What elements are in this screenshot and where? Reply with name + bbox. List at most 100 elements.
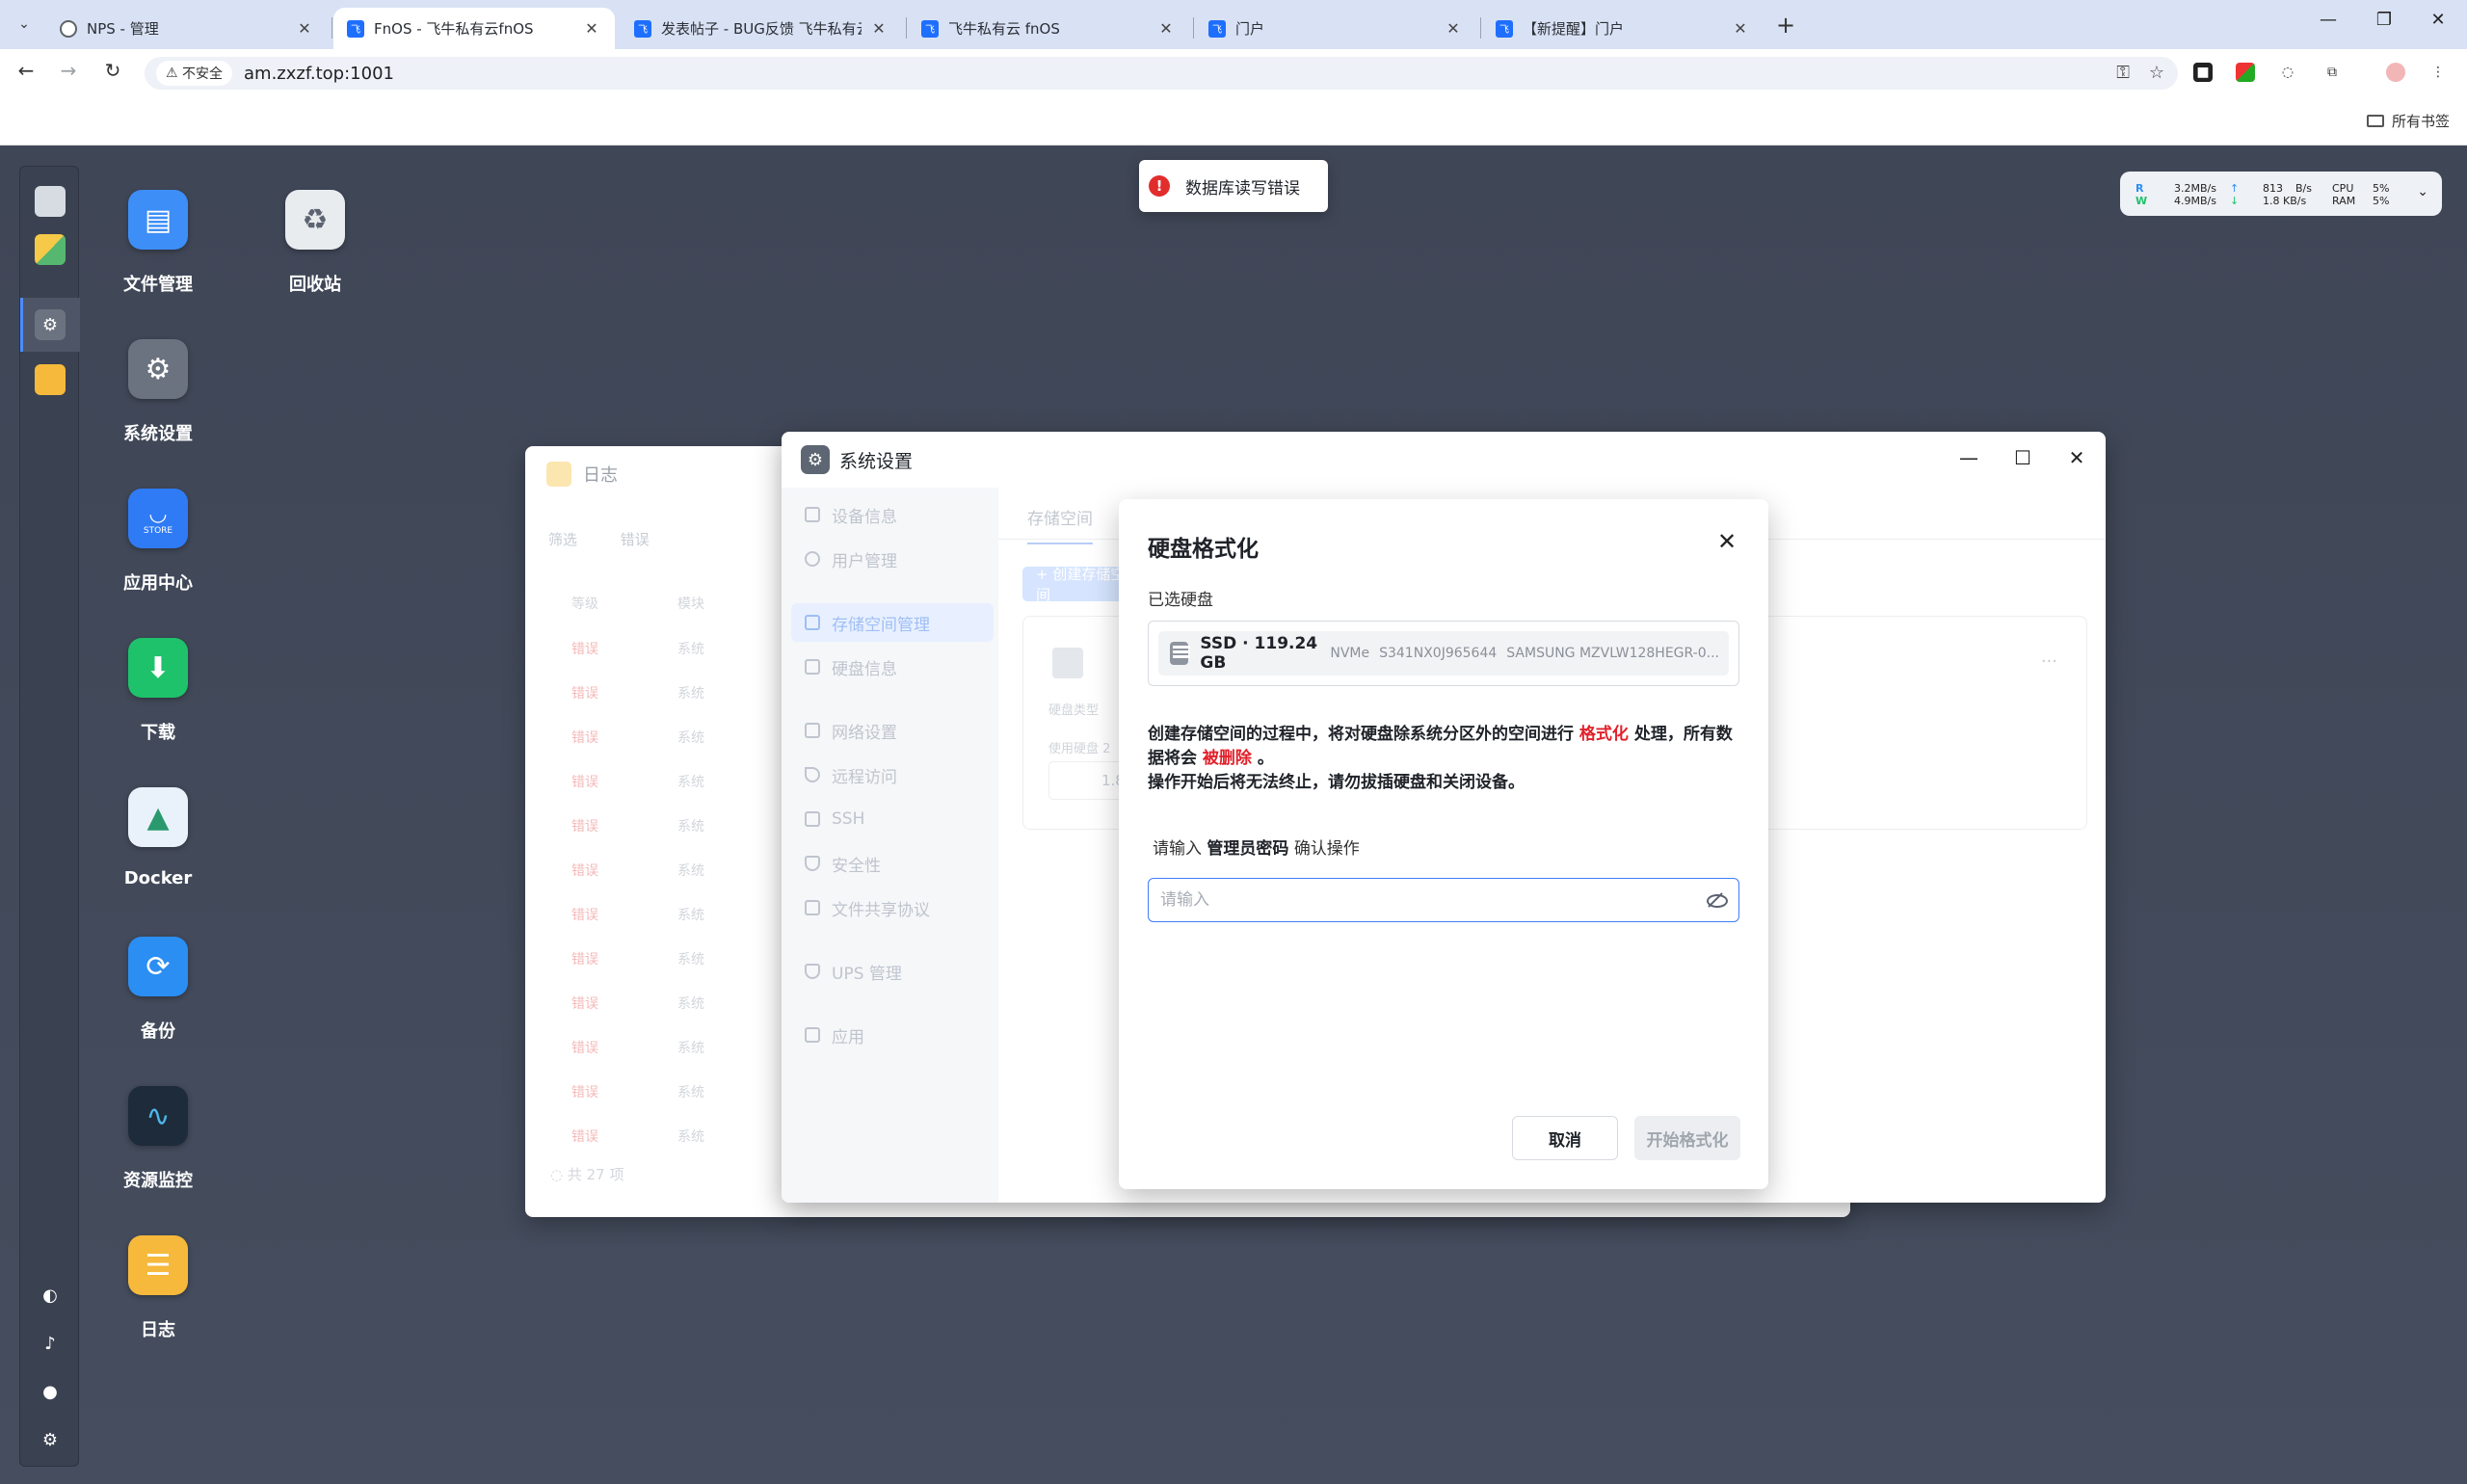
format-disk-dialog[interactable]: 硬盘格式化 ✕ 已选硬盘 SSD · 119.24 GB NVMe S341NX… [1119,499,1768,1189]
tab-search-button[interactable]: ⌄ [12,12,37,37]
password-input[interactable] [1160,890,1706,910]
cancel-button[interactable]: 取消 [1512,1116,1618,1160]
resource-monitor-widget[interactable]: R 3.2MB/s ↑ 813 B/s CPU 5% W 4.9MB/s ↓ 1… [2120,172,2442,216]
log-row[interactable]: 错误 系统 [571,1038,704,1057]
sidebar-item-disk-info[interactable]: 硬盘信息 [791,648,994,686]
folder-icon [2366,115,2384,127]
url-bar[interactable]: ⚠ 不安全 am.zxzf.top:1001 ⚿ ☆ [145,57,2178,90]
extension-circle-icon[interactable]: ◌ [2278,63,2297,82]
close-tab-icon[interactable]: ✕ [869,19,889,38]
sidebar-item-security[interactable]: 安全性 [791,844,994,883]
close-tab-icon[interactable]: ✕ [1444,19,1463,38]
eye-off-icon[interactable] [1706,893,1728,908]
app-resource-monitor[interactable]: ∿ 资源监控 [95,1086,221,1192]
log-row[interactable]: 错误 系统 [571,728,704,747]
app-recycle-bin[interactable]: ♻ 回收站 [252,190,378,296]
docker-icon: ▲ [128,787,188,847]
close-window-icon[interactable]: ✕ [2419,10,2457,30]
sidebar-item-ups[interactable]: UPS 管理 [791,952,994,991]
minimize-window-icon[interactable]: — [2309,10,2348,30]
sidebar-item-file-sharing[interactable]: 文件共享协议 [791,888,994,927]
extensions-puzzle-icon[interactable]: ⧉ [2322,63,2342,82]
sidebar-item-ssh[interactable]: SSH [791,800,994,838]
log-row[interactable]: 错误 系统 [571,816,704,835]
close-tab-icon[interactable]: ✕ [582,19,601,38]
reload-icon[interactable]: ↻ [98,59,127,82]
browser-tab[interactable]: NPS - 管理 ✕ [46,8,328,49]
network-icon[interactable]: ◐ [39,1285,62,1308]
security-indicator[interactable]: ⚠ 不安全 [156,61,233,86]
log-row[interactable]: 错误 系统 [571,861,704,880]
log-row[interactable]: 错误 系统 [571,1082,704,1101]
log-dock-icon[interactable] [35,364,66,395]
browser-menu-icon[interactable]: ⋮ [2428,63,2448,82]
log-tab[interactable]: 错误 [621,531,650,548]
app-backup[interactable]: ⟳ 备份 [95,937,221,1043]
start-format-button[interactable]: 开始格式化 [1634,1116,1740,1160]
download-icon: ⬇ [128,638,188,698]
log-row[interactable]: 错误 系统 [571,772,704,791]
app-download[interactable]: ⬇ 下载 [95,638,221,744]
browser-tab[interactable]: 飞 门户 ✕ [1195,8,1476,49]
restore-window-icon[interactable]: ❐ [2365,10,2403,30]
log-row[interactable]: 错误 系统 [571,949,704,968]
extension-color-icon[interactable] [2236,63,2255,82]
prompt-admin-password: 管理员密码 [1207,839,1289,859]
browser-tab[interactable]: 飞 飞牛私有云 fnOS ✕ [908,8,1189,49]
new-tab-button[interactable]: + [1773,12,1798,39]
app-log[interactable]: ☰ 日志 [95,1235,221,1341]
dialog-title: 硬盘格式化 [1148,537,1259,562]
minimize-icon[interactable]: — [1955,446,1982,469]
url-text[interactable]: am.zxzf.top:1001 [244,64,394,84]
create-storage-button[interactable]: + 创建存储空间 [1022,566,1128,603]
close-tab-icon[interactable]: ✕ [1731,19,1750,38]
close-tab-icon[interactable]: ✕ [1156,19,1176,38]
settings-dock-icon[interactable]: ⚙ [35,309,66,340]
log-row[interactable]: 错误 系统 [571,683,704,702]
notification-bell-icon[interactable]: ♪ [39,1333,62,1356]
store-text: STORE [143,525,173,536]
browser-tab-active[interactable]: 飞 FnOS - 飞牛私有云fnOS ✕ [333,8,615,49]
chevron-down-icon[interactable]: ⌄ [2417,184,2428,199]
log-row[interactable]: 错误 系统 [571,639,704,658]
fnos-favicon: 飞 [1208,19,1226,38]
close-icon[interactable]: ✕ [2063,446,2090,469]
sidebar-item-network[interactable]: 网络设置 [791,711,994,750]
app-store[interactable]: ◡ STORE 应用中心 [95,489,221,595]
sidebar-item-remote-access[interactable]: 远程访问 [791,755,994,794]
tab-title: 【新提醒】门户 [1523,20,1625,38]
gear-icon[interactable]: ⚙ [39,1429,62,1452]
back-icon[interactable]: ← [12,59,40,82]
more-options-icon[interactable]: ··· [2041,651,2057,672]
password-key-icon[interactable]: ⚿ [2116,63,2130,83]
disk-icon [805,659,820,675]
all-bookmarks-button[interactable]: 所有书签 [2366,111,2450,131]
maximize-icon[interactable]: ☐ [2009,446,2036,469]
app-docker[interactable]: ▲ Docker [95,787,221,888]
app-grid-icon[interactable] [35,234,66,265]
app-file-manager[interactable]: ▤ 文件管理 [95,190,221,296]
log-tab[interactable]: 筛选 [548,531,577,548]
log-row[interactable]: 错误 系统 [571,994,704,1013]
profile-avatar[interactable] [2386,63,2405,82]
close-tab-icon[interactable]: ✕ [295,19,314,38]
log-row[interactable]: 错误 系统 [571,905,704,924]
refresh-icon[interactable]: ◌ [550,1166,568,1183]
column-header: 等级 [571,596,598,612]
browser-tab[interactable]: 飞 发表帖子 - BUG反馈 飞牛私有云 ✕ [621,8,902,49]
sidebar-item-storage[interactable]: 存储空间管理 [791,603,994,642]
extension-icon[interactable]: ■ [2193,63,2213,82]
close-icon[interactable]: ✕ [1714,528,1739,555]
bookmark-star-icon[interactable]: ☆ [2149,63,2164,83]
sidebar-item-users[interactable]: 用户管理 [791,540,994,578]
sidebar-item-device-info[interactable]: 设备信息 [791,495,994,534]
user-icon[interactable]: ● [39,1381,62,1404]
browser-tab[interactable]: 飞 【新提醒】门户 ✕ [1482,8,1764,49]
forward-icon[interactable]: → [54,59,83,82]
app-system-settings[interactable]: ⚙ 系统设置 [95,339,221,445]
show-desktop-icon[interactable] [35,186,66,217]
admin-password-field[interactable] [1148,878,1739,922]
settings-titlebar[interactable]: ⚙ 系统设置 [782,432,2106,488]
sidebar-item-apps[interactable]: 应用 [791,1016,994,1054]
log-row[interactable]: 错误 系统 [571,1126,704,1146]
